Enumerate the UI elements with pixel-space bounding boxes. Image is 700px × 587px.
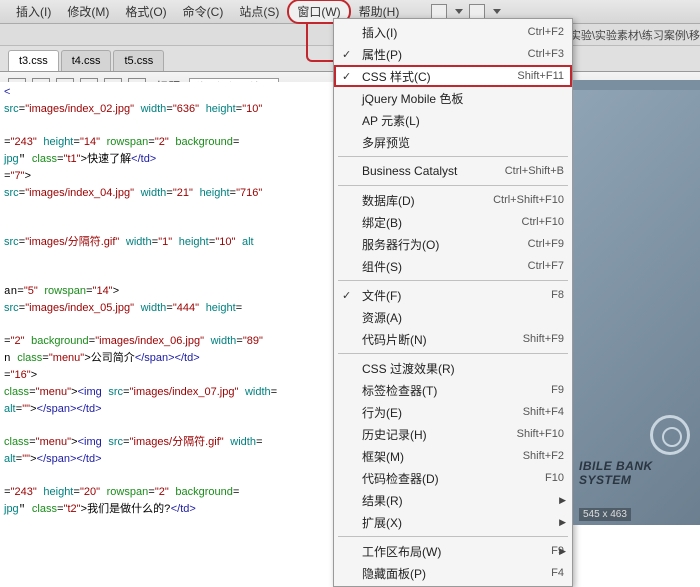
submenu-arrow-icon: ▶ bbox=[559, 495, 566, 506]
menu-item-label: 绑定(B) bbox=[362, 214, 522, 231]
menu-item-label: 多屏预览 bbox=[362, 134, 564, 151]
logo-icon bbox=[650, 415, 690, 455]
menu-item-label: 标签检查器(T) bbox=[362, 382, 551, 399]
menu-item-label: 结果(R) bbox=[362, 492, 564, 509]
menu-item[interactable]: 多屏预览 bbox=[334, 131, 572, 153]
menu-item[interactable]: 工作区布局(W)F9▶ bbox=[334, 540, 572, 562]
menu-item-label: AP 元素(L) bbox=[362, 112, 564, 129]
preview-dimensions: 545 x 463 bbox=[579, 508, 631, 521]
menu-item[interactable]: 代码片断(N)Shift+F9 bbox=[334, 328, 572, 350]
menu-item-shortcut: Ctrl+F3 bbox=[528, 48, 564, 60]
preview-image: IBILE BANK SYSTEM bbox=[573, 90, 700, 525]
menu-item-shortcut: Ctrl+Shift+B bbox=[505, 165, 564, 177]
menu-item[interactable]: 代码检查器(D)F10 bbox=[334, 467, 572, 489]
menu-item[interactable]: 组件(S)Ctrl+F7 bbox=[334, 255, 572, 277]
menu-separator bbox=[338, 353, 568, 354]
menu-separator bbox=[338, 156, 568, 157]
brand-text: IBILE BANK SYSTEM bbox=[579, 459, 696, 487]
menu-item-label: 文件(F) bbox=[362, 287, 551, 304]
menu-item-shortcut: Shift+F11 bbox=[517, 70, 564, 82]
menu-item[interactable]: 资源(A) bbox=[334, 306, 572, 328]
menu-separator bbox=[338, 536, 568, 537]
menu-item[interactable]: Business CatalystCtrl+Shift+B bbox=[334, 160, 572, 182]
menu-item-label: 数据库(D) bbox=[362, 192, 493, 209]
menu-item[interactable]: CSS 过渡效果(R) bbox=[334, 357, 572, 379]
menu-item[interactable]: 标签检查器(T)F9 bbox=[334, 379, 572, 401]
menu-item-label: 插入(I) bbox=[362, 24, 528, 41]
menu-item[interactable]: 数据库(D)Ctrl+Shift+F10 bbox=[334, 189, 572, 211]
menu-item-label: 行为(E) bbox=[362, 404, 523, 421]
menu-item-shortcut: Ctrl+Shift+F10 bbox=[493, 194, 564, 206]
menu-item[interactable]: 服务器行为(O)Ctrl+F9 bbox=[334, 233, 572, 255]
file-path: \实验\实验素材\练习案例\移 bbox=[567, 27, 700, 43]
menu-item-shortcut: F10 bbox=[545, 472, 564, 484]
menu-item-label: 资源(A) bbox=[362, 309, 564, 326]
menu-item-shortcut: Ctrl+F2 bbox=[528, 26, 564, 38]
menu-item-label: 隐藏面板(P) bbox=[362, 565, 551, 582]
menu-item-label: Business Catalyst bbox=[362, 164, 505, 178]
menu-item[interactable]: ✓ 文件(F)F8 bbox=[334, 284, 572, 306]
menu-item-label: 历史记录(H) bbox=[362, 426, 517, 443]
menu-item[interactable]: 隐藏面板(P)F4 bbox=[334, 562, 572, 584]
menu-item-shortcut: F4 bbox=[551, 567, 564, 579]
menu-item-label: CSS 样式(C) bbox=[362, 68, 517, 85]
dropdown-icon[interactable] bbox=[493, 9, 501, 14]
menu-item-label: 服务器行为(O) bbox=[362, 236, 528, 253]
menu-item-label: CSS 过渡效果(R) bbox=[362, 360, 564, 377]
menu-item-shortcut: F9 bbox=[551, 384, 564, 396]
menu-item[interactable]: 插入(I)Ctrl+F2 bbox=[334, 21, 572, 43]
dropdown-icon[interactable] bbox=[455, 9, 463, 14]
menu-item-shortcut: Ctrl+F9 bbox=[528, 238, 564, 250]
tab-file[interactable]: t5.css bbox=[113, 50, 164, 71]
menu-item-label: jQuery Mobile 色板 bbox=[362, 90, 564, 107]
check-icon: ✓ bbox=[342, 48, 351, 61]
menu-item-shortcut: F8 bbox=[551, 289, 564, 301]
menu-item[interactable]: 扩展(X)▶ bbox=[334, 511, 572, 533]
menu-item-label: 代码片断(N) bbox=[362, 331, 523, 348]
menu-item[interactable]: jQuery Mobile 色板 bbox=[334, 87, 572, 109]
menu-item-label: 组件(S) bbox=[362, 258, 528, 275]
check-icon: ✓ bbox=[342, 289, 351, 302]
code-editor[interactable]: < src="images/index_02.jpg" width="636" … bbox=[0, 82, 340, 525]
window-dropdown-menu: 插入(I)Ctrl+F2✓属性(P)Ctrl+F3✓CSS 样式(C)Shift… bbox=[333, 18, 573, 587]
design-preview: IBILE BANK SYSTEM 545 x 463 bbox=[573, 80, 700, 525]
menu-item-label: 代码检查器(D) bbox=[362, 470, 545, 487]
menu-item[interactable]: ✓ 属性(P)Ctrl+F3 bbox=[334, 43, 572, 65]
menu-item-shortcut: Ctrl+F7 bbox=[528, 260, 564, 272]
menu-item[interactable]: ✓ CSS 样式(C)Shift+F11 bbox=[334, 65, 572, 87]
menu-item-shortcut: Shift+F4 bbox=[523, 406, 564, 418]
menu-item[interactable]: 框架(M)Shift+F2 bbox=[334, 445, 572, 467]
menu-item-shortcut: Shift+F9 bbox=[523, 333, 564, 345]
submenu-arrow-icon: ▶ bbox=[559, 546, 566, 557]
menu-item-label: 工作区布局(W) bbox=[362, 543, 551, 560]
menu-item[interactable]: 历史记录(H)Shift+F10 bbox=[334, 423, 572, 445]
menu-item-label: 框架(M) bbox=[362, 448, 523, 465]
menu-modify[interactable]: 修改(M) bbox=[59, 1, 117, 22]
submenu-arrow-icon: ▶ bbox=[559, 517, 566, 528]
menu-separator bbox=[338, 185, 568, 186]
menu-item-label: 属性(P) bbox=[362, 46, 528, 63]
menu-item[interactable]: AP 元素(L) bbox=[334, 109, 572, 131]
menu-item-label: 扩展(X) bbox=[362, 514, 564, 531]
menu-item[interactable]: 行为(E)Shift+F4 bbox=[334, 401, 572, 423]
menu-site[interactable]: 站点(S) bbox=[231, 1, 287, 22]
tab-file[interactable]: t4.css bbox=[61, 50, 112, 71]
menu-item-shortcut: Shift+F2 bbox=[523, 450, 564, 462]
menu-item[interactable]: 结果(R)▶ bbox=[334, 489, 572, 511]
menu-command[interactable]: 命令(C) bbox=[175, 1, 232, 22]
tab-file[interactable]: t3.css bbox=[8, 50, 59, 71]
menu-insert[interactable]: 插入(I) bbox=[8, 1, 59, 22]
menu-format[interactable]: 格式(O) bbox=[117, 1, 174, 22]
check-icon: ✓ bbox=[342, 70, 351, 83]
menu-item-shortcut: Shift+F10 bbox=[517, 428, 564, 440]
menu-item-shortcut: Ctrl+F10 bbox=[522, 216, 565, 228]
menu-separator bbox=[338, 280, 568, 281]
menu-item[interactable]: 绑定(B)Ctrl+F10 bbox=[334, 211, 572, 233]
